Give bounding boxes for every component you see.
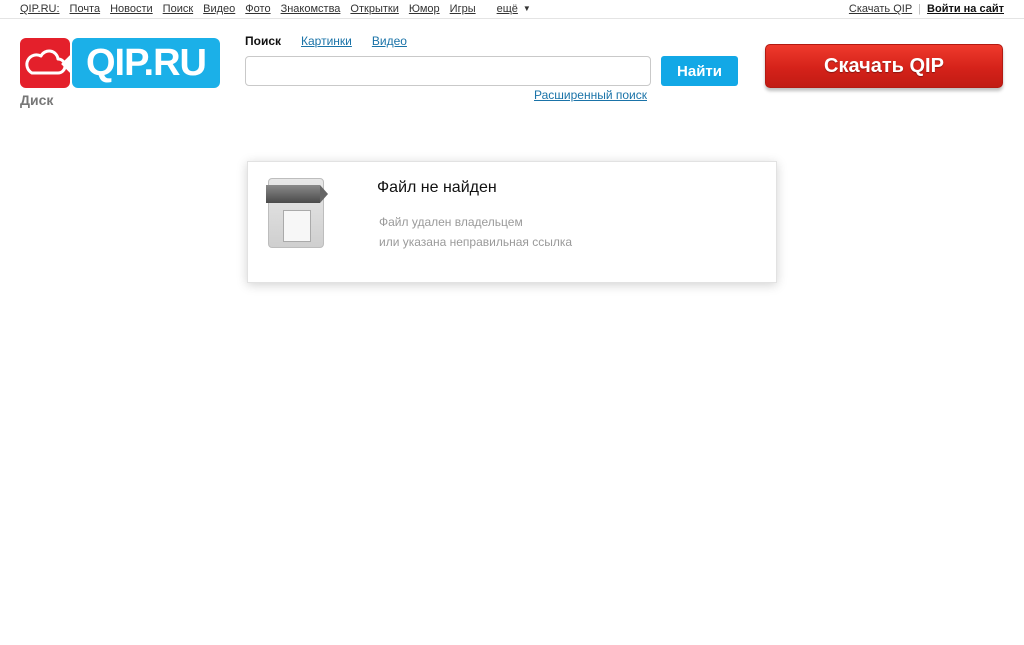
error-message-line-2: или указана неправильная ссылка <box>379 235 573 249</box>
missing-file-icon <box>266 178 328 248</box>
nav-link-news[interactable]: Новости <box>110 3 153 15</box>
logo-text: QIP.RU <box>72 38 220 88</box>
nav-more-link[interactable]: ещё <box>497 3 518 15</box>
site-nav: QIP.RU: Почта Новости Поиск Видео Фото З… <box>20 3 531 15</box>
error-card: Файл не найден Файл удален владельцем ил… <box>247 161 777 283</box>
nav-link-dating[interactable]: Знакомства <box>281 3 341 15</box>
download-qip-link[interactable]: Скачать QIP <box>849 3 912 15</box>
tab-video[interactable]: Видео <box>372 34 407 48</box>
link-separator: | <box>918 3 922 15</box>
nav-link-search[interactable]: Поиск <box>163 3 193 15</box>
login-link[interactable]: Войти на сайт <box>927 3 1004 15</box>
nav-link-photo[interactable]: Фото <box>245 3 270 15</box>
site-logo[interactable]: QIP.RU <box>20 38 220 88</box>
nav-link-games[interactable]: Игры <box>450 3 476 15</box>
search-button[interactable]: Найти <box>661 56 738 86</box>
tab-search[interactable]: Поиск <box>245 34 281 48</box>
tab-images[interactable]: Картинки <box>301 34 352 48</box>
nav-link-qip[interactable]: QIP.RU: <box>20 3 60 15</box>
nav-link-humor[interactable]: Юмор <box>409 3 440 15</box>
nav-link-cards[interactable]: Открытки <box>350 3 398 15</box>
search-tabs: Поиск Картинки Видео <box>245 34 427 48</box>
error-title: Файл не найден <box>377 179 497 196</box>
section-title: Диск <box>20 92 54 108</box>
download-qip-button[interactable]: Скачать QIP <box>765 44 1003 88</box>
document-shape <box>283 210 311 242</box>
ribbon-shape <box>266 185 328 203</box>
nav-link-video[interactable]: Видео <box>203 3 235 15</box>
account-links: Скачать QIP | Войти на сайт <box>849 3 1004 15</box>
triangle-down-icon[interactable]: ▼ <box>523 4 531 16</box>
top-nav-bar: QIP.RU: Почта Новости Поиск Видео Фото З… <box>0 0 1024 19</box>
search-input[interactable] <box>245 56 651 86</box>
error-message-line-1: Файл удален владельцем <box>379 215 523 229</box>
advanced-search-link[interactable]: Расширенный поиск <box>534 88 647 102</box>
nav-link-mail[interactable]: Почта <box>70 3 101 15</box>
